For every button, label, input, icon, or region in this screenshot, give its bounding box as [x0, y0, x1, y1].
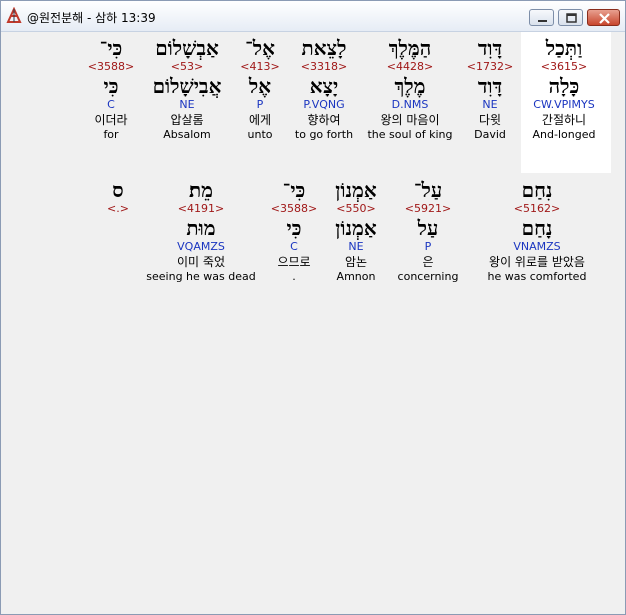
- hebrew-word: לָצֵאת: [301, 36, 347, 60]
- app-window: @원전분해 - 삼하 13:39 כִּי־ <3588> כִּי C 이더라…: [0, 0, 626, 615]
- hebrew-root: מֶלֶךְ: [394, 74, 426, 98]
- morphology-code: P.VQNG: [303, 98, 345, 111]
- korean-gloss: 압살롬: [170, 113, 204, 127]
- word-column[interactable]: לָצֵאת <3318> יָצָא P.VQNG 향하여 to go for…: [295, 36, 353, 142]
- strong-number[interactable]: <53>: [153, 60, 222, 74]
- korean-gloss: 으므로: [277, 255, 311, 269]
- morphology-code: VNAMZS: [513, 240, 561, 253]
- korean-gloss: 향하여: [307, 113, 341, 127]
- morphology-code: CW.VPIMYS: [533, 98, 595, 111]
- word-column[interactable]: נִחַם <5162> נָחַם VNAMZS 왕이 위로를 받았음 he …: [488, 178, 587, 284]
- english-gloss: to go forth: [294, 128, 354, 141]
- hebrew-root: אֶל: [248, 74, 272, 98]
- hebrew-root: מוּת: [186, 216, 216, 240]
- strong-number[interactable]: <.>: [107, 202, 129, 216]
- korean-gloss: 왕이 위로를 받았음: [489, 255, 585, 269]
- strong-number[interactable]: <4428>: [367, 60, 452, 74]
- title-bar[interactable]: @원전분해 - 삼하 13:39: [1, 1, 625, 32]
- word-column-selected[interactable]: וַתְּכַל <3615> כָּלָה CW.VPIMYS 간절하니 An…: [533, 36, 596, 142]
- morphology-code: P: [256, 98, 264, 111]
- hebrew-word: הַמֶּלֶךְ: [388, 36, 432, 60]
- morphology-code: P: [424, 240, 432, 253]
- english-gloss: Absalom: [163, 128, 211, 141]
- close-icon: [599, 13, 610, 24]
- hebrew-word: עַל־: [413, 178, 443, 202]
- morphology-code: C: [107, 98, 115, 111]
- english-gloss: he was comforted: [487, 270, 587, 283]
- morphology-code: D.NMS: [391, 98, 429, 111]
- hebrew-word: כִּי־: [99, 36, 123, 60]
- word-column[interactable]: כִּי־ <3588> כִּי C 으므로 .: [271, 178, 317, 284]
- english-gloss: for: [103, 128, 119, 141]
- strong-number[interactable]: <3588>: [88, 60, 134, 74]
- maximize-button[interactable]: [558, 9, 583, 26]
- strong-number[interactable]: <413>: [240, 60, 279, 74]
- strong-number[interactable]: <5162>: [488, 202, 587, 216]
- hebrew-root: כִּי: [103, 74, 119, 98]
- english-gloss: And-longed: [532, 128, 596, 141]
- morphology-code: NE: [179, 98, 195, 111]
- korean-gloss: 간절하니: [541, 113, 587, 127]
- hebrew-word: אַמְנוֹן: [335, 178, 377, 202]
- hebrew-word: ס: [112, 178, 124, 202]
- morphology-code: VQAMZS: [177, 240, 225, 253]
- word-column[interactable]: אַבְשָׁלוֹם <53> אֲבִישָׁלוֹם NE 압살롬 Abs…: [153, 36, 222, 142]
- hebrew-root: נָחַם: [521, 216, 553, 240]
- word-column[interactable]: אַמְנוֹן <550> אַמְנוֹן NE 암논 Amnon: [335, 178, 376, 284]
- hebrew-word: נִחַם: [521, 178, 553, 202]
- minimize-icon: [538, 20, 547, 22]
- maximize-icon: [566, 13, 577, 23]
- word-column[interactable]: מֵת׃ <4191> מוּת VQAMZS 이미 죽었 seeing he …: [146, 178, 255, 284]
- verse-analysis-panel: כִּי־ <3588> כִּי C 이더라 for אַבְשָׁלוֹם …: [4, 32, 622, 610]
- hebrew-word: אַבְשָׁלוֹם: [155, 36, 219, 60]
- hebrew-root: כִּי: [286, 216, 302, 240]
- hebrew-word: מֵת׃: [188, 178, 214, 202]
- english-gloss: Amnon: [336, 270, 376, 283]
- strong-number[interactable]: <3588>: [271, 202, 317, 216]
- word-column[interactable]: דָּוִד <1732> דָּוִד NE 다윗 David: [467, 36, 513, 142]
- word-column[interactable]: עַל־ <5921> עַל P 은 concerning: [398, 178, 459, 284]
- korean-gloss: 은: [422, 255, 434, 269]
- english-gloss: seeing he was dead: [146, 270, 256, 283]
- english-gloss: concerning: [397, 270, 459, 283]
- morphology-code: C: [290, 240, 298, 253]
- close-button[interactable]: [587, 9, 620, 26]
- hebrew-root: אֲבִישָׁלוֹם: [152, 74, 222, 98]
- hebrew-root: עַל: [417, 216, 439, 240]
- korean-gloss: 에게: [248, 113, 272, 127]
- english-gloss: the soul of king: [367, 128, 453, 141]
- morphology-code: NE: [482, 98, 498, 111]
- word-column[interactable]: אֶל־ <413> אֶל P 에게 unto: [240, 36, 279, 142]
- korean-gloss: 이미 죽었: [177, 255, 225, 269]
- korean-gloss: 왕의 마음이: [380, 113, 440, 127]
- korean-gloss: 다윗: [478, 113, 502, 127]
- hebrew-root: כָּלָה: [548, 74, 580, 98]
- hebrew-root: יָצָא: [309, 74, 339, 98]
- strong-number[interactable]: <5921>: [398, 202, 459, 216]
- strong-number[interactable]: <3615>: [533, 60, 596, 74]
- english-gloss: unto: [247, 128, 273, 141]
- strong-number[interactable]: <1732>: [467, 60, 513, 74]
- app-logo-icon: [5, 6, 23, 25]
- korean-gloss: 암논: [344, 255, 368, 269]
- english-gloss: David: [474, 128, 506, 141]
- strong-number[interactable]: <4191>: [146, 202, 255, 216]
- strong-number[interactable]: <550>: [335, 202, 376, 216]
- word-column[interactable]: ס <.>: [107, 178, 129, 216]
- hebrew-word: דָּוִד: [477, 36, 503, 60]
- hebrew-word: כִּי־: [282, 178, 306, 202]
- korean-gloss: 이더라: [94, 113, 128, 127]
- hebrew-word: וַתְּכַל: [545, 36, 583, 60]
- word-column[interactable]: כִּי־ <3588> כִּי C 이더라 for: [88, 36, 134, 142]
- hebrew-word: אֶל־: [245, 36, 275, 60]
- word-column[interactable]: הַמֶּלֶךְ <4428> מֶלֶךְ D.NMS 왕의 마음이 the…: [367, 36, 452, 142]
- strong-number[interactable]: <3318>: [295, 60, 353, 74]
- window-title: @원전분해 - 삼하 13:39: [27, 11, 156, 25]
- hebrew-root: אַמְנוֹן: [335, 216, 377, 240]
- morphology-code: NE: [348, 240, 364, 253]
- english-gloss: .: [292, 270, 296, 283]
- minimize-button[interactable]: [529, 9, 554, 26]
- hebrew-root: דָּוִד: [477, 74, 503, 98]
